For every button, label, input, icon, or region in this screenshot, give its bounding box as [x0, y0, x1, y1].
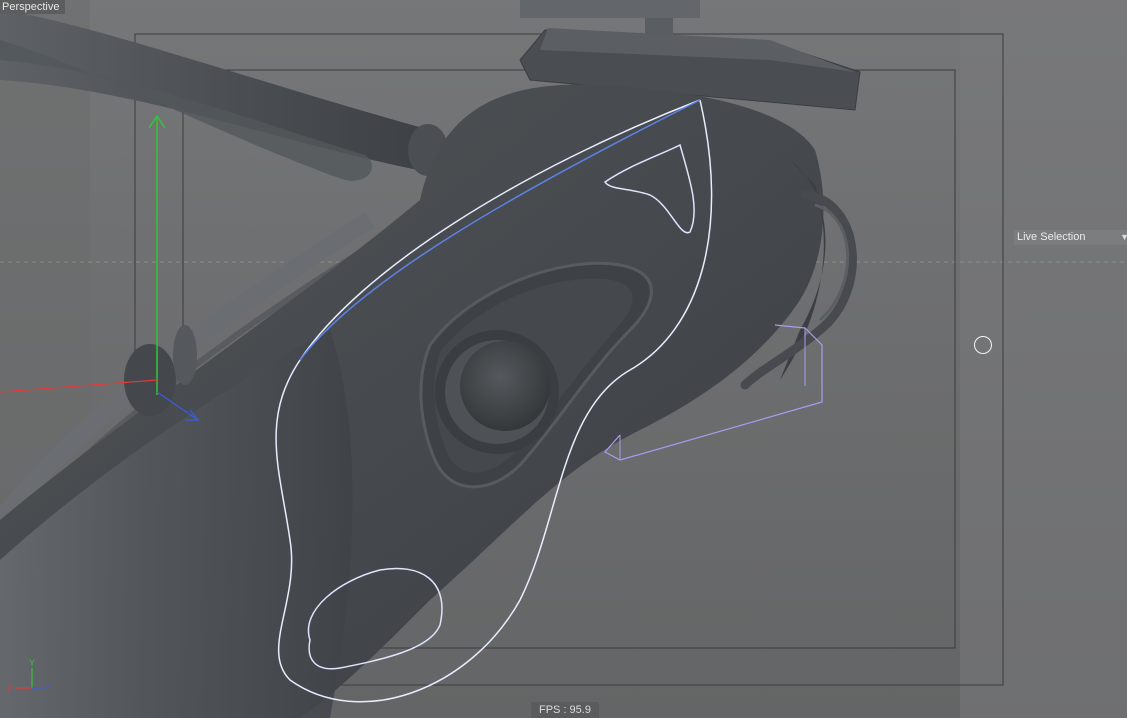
world-axis-y-label: Y [29, 658, 35, 668]
brush-cursor-icon [974, 336, 992, 354]
side-knob-head [173, 325, 197, 385]
live-selection-dropdown[interactable]: Live Selection ▼ [1014, 230, 1127, 245]
live-selection-label: Live Selection [1017, 231, 1086, 243]
scene-canvas[interactable]: Y X Z [0, 0, 1127, 718]
world-axis-z-label: Z [44, 684, 50, 694]
mount-cap [520, 0, 700, 18]
chevron-down-icon: ▼ [1120, 232, 1127, 242]
viewport-shade-right [960, 0, 1127, 718]
viewport-camera-label[interactable]: Perspective [0, 0, 66, 14]
round-button [460, 341, 550, 431]
world-axis-x-label: X [6, 684, 12, 694]
viewport-3d[interactable]: Y X Z Perspective Live Selection ▼ FPS :… [0, 0, 1127, 718]
fps-counter: FPS : 95.9 [531, 702, 599, 718]
